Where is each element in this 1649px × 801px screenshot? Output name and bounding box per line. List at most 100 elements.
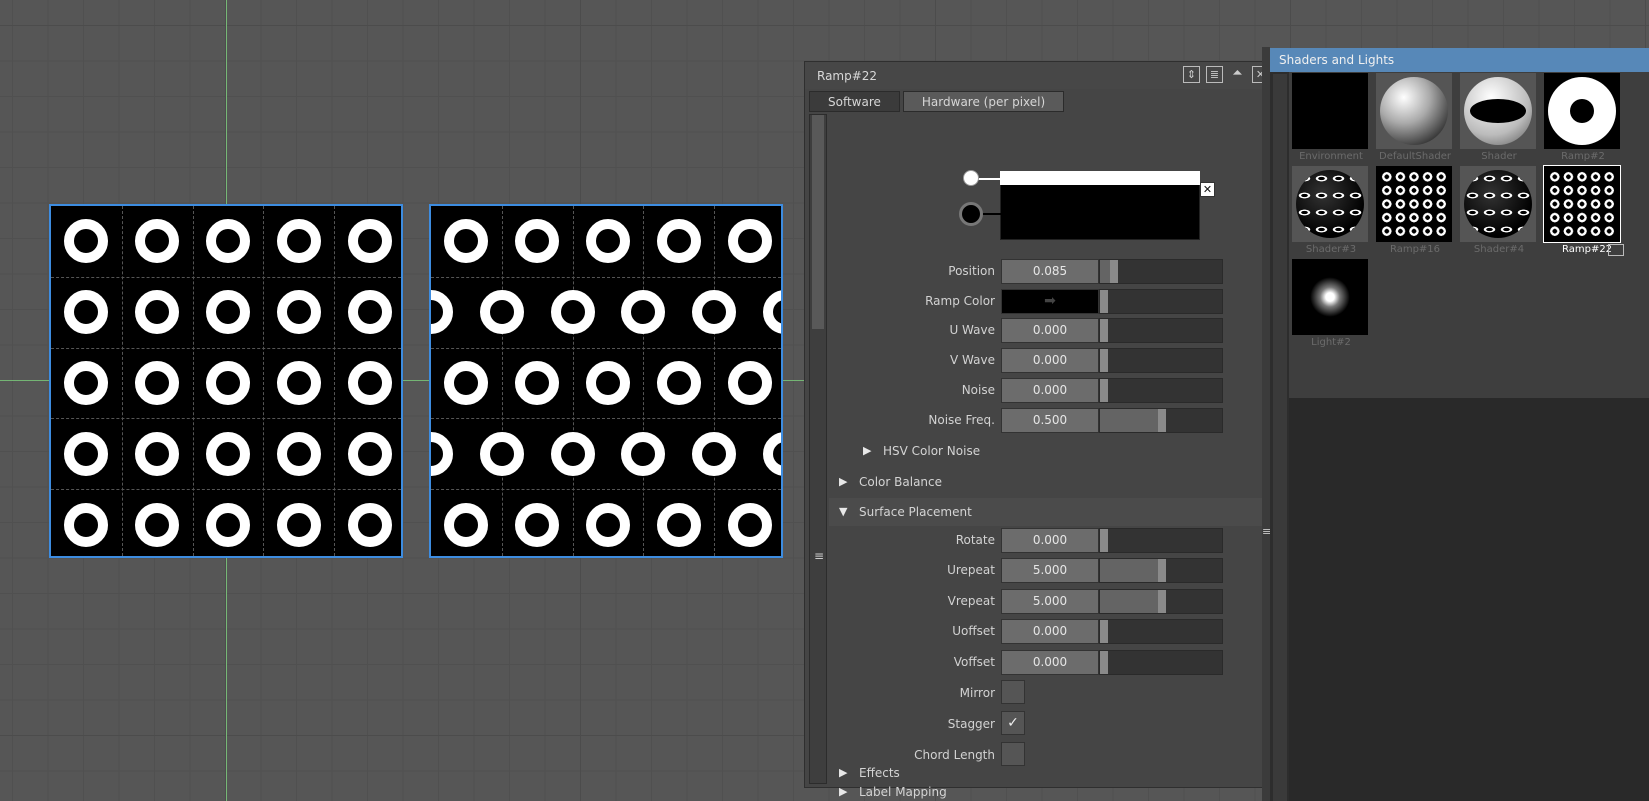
uoffset-slider[interactable] xyxy=(1099,619,1223,644)
ring-pattern xyxy=(515,219,560,264)
ring-pattern xyxy=(135,431,180,476)
delete-handle-icon[interactable]: ✕ xyxy=(1200,182,1215,197)
noise-freq-row: Noise Freq. 0.500 xyxy=(829,407,1276,434)
voffset-field[interactable]: 0.000 xyxy=(1001,650,1099,675)
ring-pattern xyxy=(276,361,321,405)
vrepeat-slider[interactable] xyxy=(1099,589,1223,614)
shaders-panel-header: Shaders and Lights xyxy=(1270,48,1649,72)
shader-thumbnail-label: Shader xyxy=(1481,151,1517,162)
ring-pattern xyxy=(479,290,524,335)
position-field[interactable]: 0.085 xyxy=(1001,259,1099,284)
collapse-up-icon[interactable]: ⏶ xyxy=(1229,66,1246,83)
scrollbar-grip-icon[interactable]: ≡ xyxy=(814,549,824,563)
ramp-handle-line-white xyxy=(977,178,1001,180)
urepeat-slider[interactable] xyxy=(1099,558,1223,583)
rotate-field[interactable]: 0.000 xyxy=(1001,528,1099,553)
shader-thumbnail[interactable]: Shader#3 xyxy=(1292,166,1370,258)
ring-pattern xyxy=(586,361,630,405)
ring-pattern xyxy=(206,361,250,405)
position-slider[interactable] xyxy=(1099,259,1223,284)
noise-freq-field[interactable]: 0.500 xyxy=(1001,408,1099,433)
resize-icon[interactable]: ⇕ xyxy=(1183,66,1200,83)
ring-pattern xyxy=(135,219,180,264)
noise-label: Noise xyxy=(961,383,995,397)
section-effects[interactable]: ▶ Effects xyxy=(829,759,1276,785)
swatch-gridline xyxy=(51,276,401,278)
ring-pattern xyxy=(135,361,180,405)
texture-swatch-regular[interactable] xyxy=(49,204,403,558)
ramp-color-swatch[interactable]: ➡ xyxy=(1001,289,1099,314)
ring-pattern xyxy=(515,361,560,405)
ramp-color-row: Ramp Color ➡ xyxy=(829,288,1276,315)
editor-title: Ramp#22 xyxy=(817,69,878,83)
panel-splitter[interactable]: ≡ xyxy=(1262,47,1271,801)
ramp-handle-black[interactable] xyxy=(959,202,983,226)
shader-preview-image xyxy=(1544,73,1620,149)
section-color-balance[interactable]: ▶ Color Balance xyxy=(829,468,1276,496)
shader-thumbnail-label: Light#2 xyxy=(1311,337,1351,348)
shader-preview-image xyxy=(1292,73,1368,149)
stagger-checkbox[interactable]: ✓ xyxy=(1001,711,1025,735)
shader-list-empty-area xyxy=(1289,398,1649,801)
voffset-slider[interactable] xyxy=(1099,650,1223,675)
section-label: Surface Placement xyxy=(859,505,972,519)
tab-hardware-per-pixel[interactable]: Hardware (per pixel) xyxy=(902,91,1065,112)
shader-thumbnail[interactable]: Environment xyxy=(1292,73,1370,165)
ring-pattern xyxy=(206,219,250,264)
shader-thumbnail[interactable]: Light#2 xyxy=(1292,259,1370,351)
tab-software[interactable]: Software xyxy=(809,91,900,112)
v-wave-label: V Wave xyxy=(950,353,995,367)
v-wave-field[interactable]: 0.000 xyxy=(1001,348,1099,373)
ramp-color-slider[interactable] xyxy=(1099,289,1223,314)
vrepeat-field[interactable]: 5.000 xyxy=(1001,589,1099,614)
urepeat-row: Urepeat 5.000 xyxy=(829,557,1276,584)
titlebar-icons: ⇕ ≣ ⏶ ✕ xyxy=(1183,66,1269,83)
texture-swatch-staggered[interactable] xyxy=(429,204,783,558)
v-wave-slider[interactable] xyxy=(1099,348,1223,373)
ramp-handle-white[interactable] xyxy=(963,170,979,186)
mirror-checkbox[interactable] xyxy=(1001,680,1025,704)
v-wave-row: V Wave 0.000 xyxy=(829,347,1276,374)
ring-pattern xyxy=(586,502,630,547)
swatch-gridline xyxy=(51,489,401,491)
shader-thumbnail[interactable]: DefaultShader xyxy=(1376,73,1454,165)
swatch-gridline xyxy=(572,206,574,556)
grid-view-icon[interactable] xyxy=(1608,244,1624,256)
scrollbar-thumb[interactable] xyxy=(812,115,824,329)
swatch-gridline xyxy=(431,489,781,491)
urepeat-field[interactable]: 5.000 xyxy=(1001,558,1099,583)
shaders-scrollbar[interactable] xyxy=(1273,74,1287,801)
ring-pattern xyxy=(347,290,392,335)
shader-thumbnail[interactable]: Shader#4 xyxy=(1460,166,1538,258)
u-wave-slider[interactable] xyxy=(1099,318,1223,343)
ring-pattern xyxy=(347,361,392,405)
section-hsv-color-noise[interactable]: ▶ HSV Color Noise xyxy=(829,437,1276,465)
shader-thumbnail-label: Ramp#16 xyxy=(1389,244,1441,255)
arrow-right-icon: ➡ xyxy=(1044,293,1056,309)
noise-slider[interactable] xyxy=(1099,378,1223,403)
menu-list-icon[interactable]: ≣ xyxy=(1206,66,1223,83)
shader-thumbnail[interactable]: Shader xyxy=(1460,73,1538,165)
swatch-gridline xyxy=(431,347,781,349)
vrepeat-row: Vrepeat 5.000 xyxy=(829,588,1276,615)
shader-thumbnail[interactable]: Ramp#22 xyxy=(1543,165,1624,258)
shaders-panel-title: Shaders and Lights xyxy=(1279,53,1395,67)
swatch-gridline xyxy=(431,276,781,278)
position-row: Position 0.085 xyxy=(829,258,1276,285)
swatch-gridline xyxy=(431,418,781,420)
editor-scrollbar[interactable]: ≡ xyxy=(809,114,827,784)
shader-thumbnail[interactable]: Ramp#2 xyxy=(1544,73,1622,165)
mirror-label: Mirror xyxy=(959,686,995,700)
noise-field[interactable]: 0.000 xyxy=(1001,378,1099,403)
rotate-slider[interactable] xyxy=(1099,528,1223,553)
ring-pattern xyxy=(206,290,250,335)
shader-thumbnail[interactable]: Ramp#16 xyxy=(1376,166,1454,258)
ring-pattern xyxy=(64,431,109,476)
section-surface-placement[interactable]: ▼ Surface Placement xyxy=(829,498,1276,526)
noise-freq-slider[interactable] xyxy=(1099,408,1223,433)
ramp-white-band xyxy=(1000,171,1200,185)
editor-titlebar[interactable]: Ramp#22 ⇕ ≣ ⏶ ✕ xyxy=(805,62,1277,89)
u-wave-field[interactable]: 0.000 xyxy=(1001,318,1099,343)
ring-pattern xyxy=(431,431,453,476)
uoffset-field[interactable]: 0.000 xyxy=(1001,619,1099,644)
